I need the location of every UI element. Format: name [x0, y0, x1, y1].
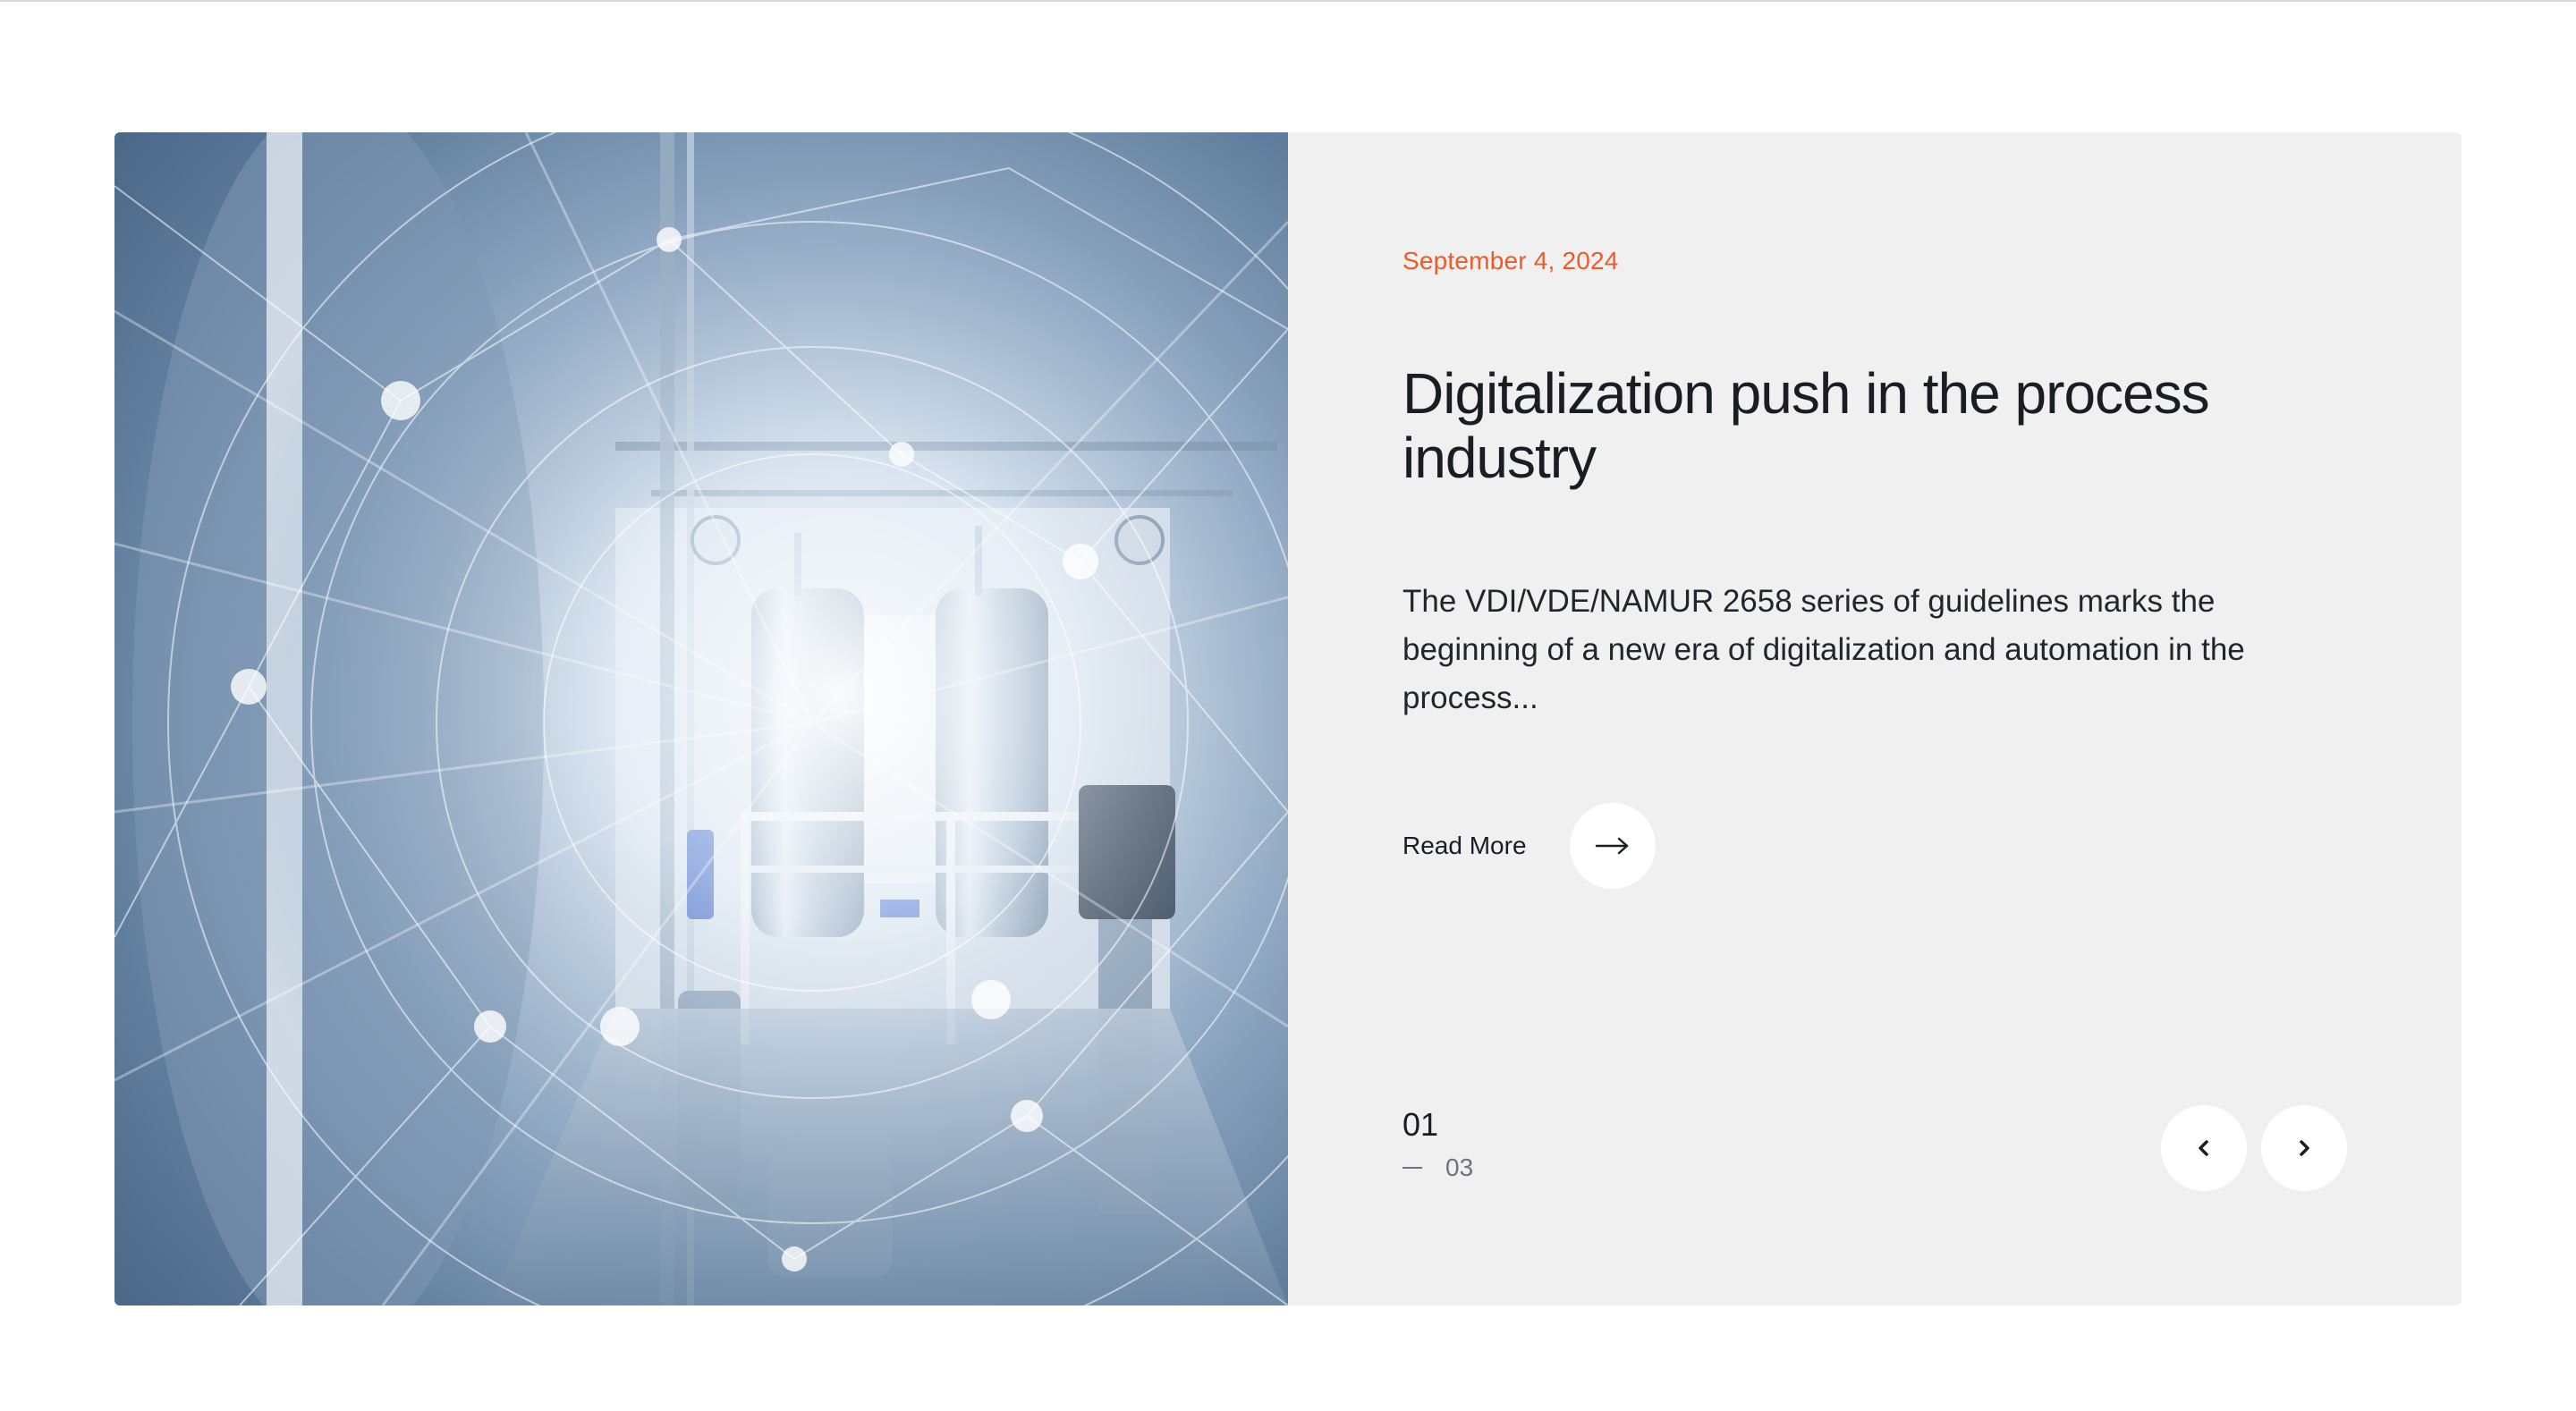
- chevron-right-icon: [2300, 1140, 2309, 1156]
- read-more-label[interactable]: Read More: [1402, 832, 1527, 860]
- dash-divider: [1402, 1167, 1422, 1169]
- slide-current: 01: [1402, 1106, 1439, 1143]
- read-more-link[interactable]: Read More: [1402, 803, 1656, 889]
- next-slide-button[interactable]: [2261, 1105, 2347, 1191]
- arrow-right-icon: [1595, 837, 1628, 855]
- read-more-button[interactable]: [1569, 803, 1656, 889]
- article-date: September 4, 2024: [1402, 247, 1619, 275]
- process-plant-illustration: [114, 132, 1288, 1305]
- article-content: September 4, 2024 Digitalization push in…: [1288, 132, 2462, 1305]
- slide-counter: 01 03: [1402, 1107, 1473, 1182]
- slide-total: 03: [1445, 1153, 1474, 1181]
- previous-slide-button[interactable]: [2161, 1105, 2247, 1191]
- article-excerpt: The VDI/VDE/NAMUR 2658 series of guideli…: [1402, 584, 2245, 715]
- article-image: [114, 132, 1288, 1305]
- news-slider-card: September 4, 2024 Digitalization push in…: [114, 132, 2462, 1305]
- chevron-left-icon: [2199, 1140, 2208, 1156]
- article-title[interactable]: Digitalization push in the process indus…: [1402, 361, 2386, 490]
- page: September 4, 2024 Digitalization push in…: [0, 0, 2576, 1411]
- slide-total-row: 03: [1402, 1153, 1473, 1182]
- slider-navigation: [2161, 1105, 2347, 1191]
